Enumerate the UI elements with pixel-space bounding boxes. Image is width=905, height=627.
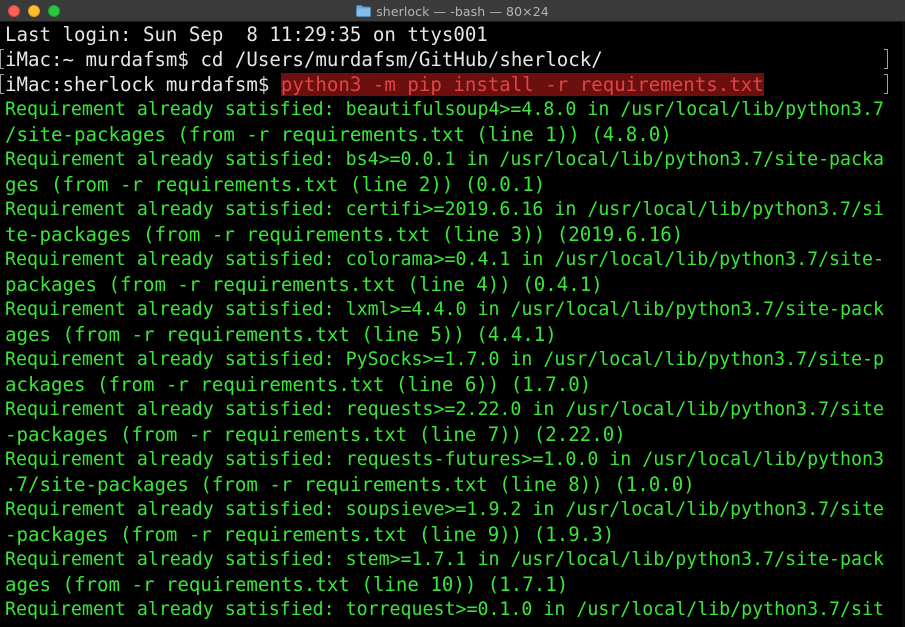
output-line: Requirement already satisfied: PySocks>=… xyxy=(5,349,884,370)
command-line-2: iMac:sherlock murdafsm$ python3 -m pip i… xyxy=(5,72,764,97)
mark-bracket-left-icon xyxy=(0,74,4,94)
window-title: sherlock — -bash — 80×24 xyxy=(376,3,549,19)
last-login-line: Last login: Sun Sep 8 11:29:35 on ttys00… xyxy=(5,23,488,46)
output-line: Requirement already satisfied: beautiful… xyxy=(5,99,884,120)
output-line: Requirement already satisfied: soupsieve… xyxy=(5,499,884,520)
output-line: Requirement already satisfied: requests>… xyxy=(5,399,884,420)
output-line: -packages (from -r requirements.txt (lin… xyxy=(5,523,615,546)
output-line: Requirement already satisfied: lxml>=4.4… xyxy=(5,299,884,320)
mark-bracket-left-icon xyxy=(0,49,4,69)
output-line: te-packages (from -r requirements.txt (l… xyxy=(5,223,684,246)
output-line: ges (from -r requirements.txt (line 2)) … xyxy=(5,173,546,196)
title-bar[interactable]: sherlock — -bash — 80×24 xyxy=(0,0,905,22)
terminal-content[interactable]: Last login: Sun Sep 8 11:29:35 on ttys00… xyxy=(0,22,905,627)
command-2-highlighted: python3 -m pip install -r requirements.t… xyxy=(280,73,764,96)
prompt-1: iMac:~ murdafsm$ xyxy=(5,48,201,71)
terminal-window: sherlock — -bash — 80×24 Last login: Sun… xyxy=(0,0,905,627)
output-line: Requirement already satisfied: bs4>=0.0.… xyxy=(5,149,884,170)
command-line-1: iMac:~ murdafsm$ cd /Users/murdafsm/GitH… xyxy=(5,47,603,72)
output-line: ages (from -r requirements.txt (line 10)… xyxy=(5,573,569,596)
output-line: Requirement already satisfied: certifi>=… xyxy=(5,199,884,220)
output-line: ages (from -r requirements.txt (line 5))… xyxy=(5,323,557,346)
output-line: -packages (from -r requirements.txt (lin… xyxy=(5,423,626,446)
folder-icon xyxy=(356,5,372,17)
mark-bracket-right-icon xyxy=(884,74,888,94)
prompt-2: iMac:sherlock murdafsm$ xyxy=(5,73,281,96)
output-line: ackages (from -r requirements.txt (line … xyxy=(5,373,592,396)
command-1: cd /Users/murdafsm/GitHub/sherlock/ xyxy=(200,48,603,71)
output-line: .7/site-packages (from -r requirements.t… xyxy=(5,473,695,496)
mark-bracket-right-icon xyxy=(884,49,888,69)
output-line: Requirement already satisfied: colorama>… xyxy=(5,249,884,270)
output-line: Requirement already satisfied: stem>=1.7… xyxy=(5,549,884,570)
output-line: Requirement already satisfied: requests-… xyxy=(5,449,884,470)
window-title-wrap: sherlock — -bash — 80×24 xyxy=(0,0,905,22)
output-line: Requirement already satisfied: torreques… xyxy=(5,599,884,620)
output-line: /site-packages (from -r requirements.txt… xyxy=(5,123,672,146)
output-line: packages (from -r requirements.txt (line… xyxy=(5,273,603,296)
